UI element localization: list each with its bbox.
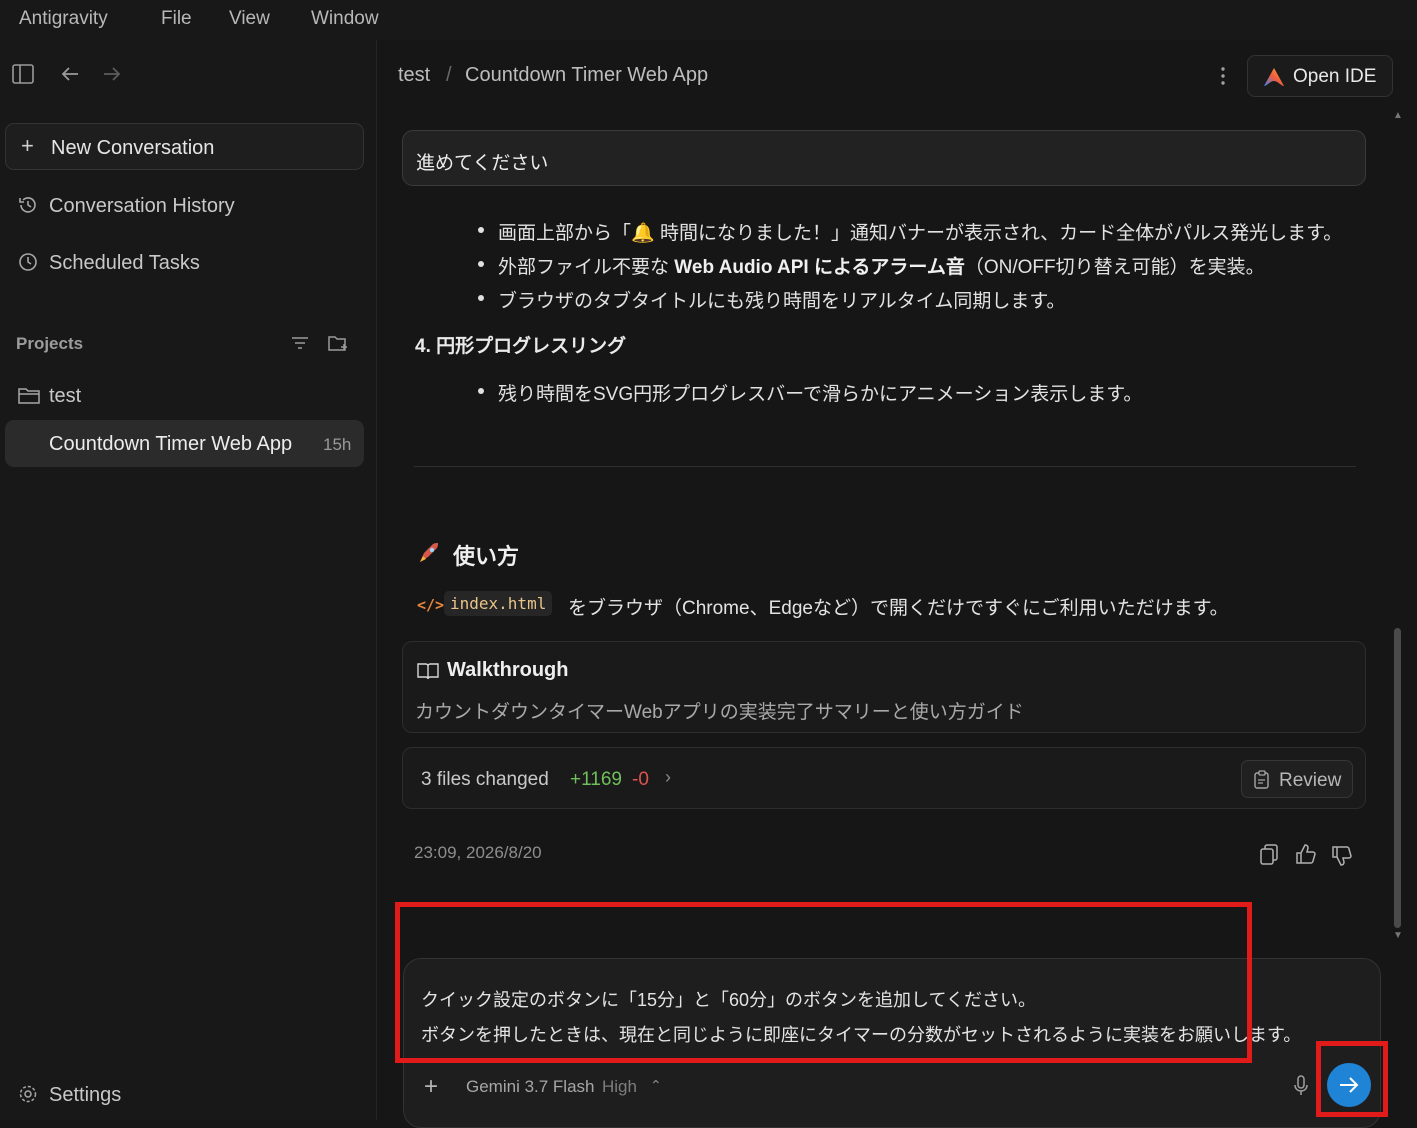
deletions-count: -0	[632, 769, 649, 790]
open-ide-button[interactable]: Open IDE	[1247, 55, 1393, 97]
walkthrough-card[interactable]: Walkthrough カウントダウンタイマーWebアプリの実装完了サマリーと使…	[402, 641, 1366, 733]
filter-icon[interactable]	[290, 334, 310, 352]
divider	[414, 466, 1356, 467]
review-label: Review	[1279, 770, 1342, 791]
additions-count: +1169	[570, 769, 622, 790]
walkthrough-description: カウントダウンタイマーWebアプリの実装完了サマリーと使い方ガイド	[415, 702, 1024, 723]
antigravity-logo-icon	[1262, 66, 1286, 88]
scheduled-tasks-label: Scheduled Tasks	[49, 252, 200, 274]
user-message-bubble: 進めてください	[402, 130, 1366, 186]
history-icon	[18, 195, 38, 215]
message-timestamp: 23:09, 2026/8/20	[414, 843, 542, 862]
scrollbar-thumb[interactable]	[1394, 628, 1401, 928]
conversation-history-item[interactable]: Conversation History	[18, 192, 358, 222]
model-mode: High	[602, 1077, 637, 1096]
scroll-down-icon[interactable]: ▼	[1393, 930, 1403, 941]
list-item: 残り時間をSVG円形プログレスバーで滑らかにアニメーション表示します。	[477, 379, 1142, 406]
user-message-text: 進めてください	[416, 153, 549, 174]
copy-icon[interactable]	[1260, 844, 1280, 866]
list-item: ブラウザのタブタイトルにも残り時間をリアルタイム同期します。	[478, 286, 1066, 313]
highlight-box-composer-text	[395, 902, 1252, 1063]
menu-view[interactable]: View	[229, 8, 270, 30]
settings-label: Settings	[49, 1084, 122, 1106]
settings-item[interactable]: Settings	[18, 1081, 218, 1111]
chevron-up-icon: ⌃	[650, 1077, 662, 1093]
code-file-icon: </>	[417, 596, 445, 614]
review-button[interactable]: Review	[1241, 760, 1353, 798]
back-arrow-icon[interactable]	[60, 65, 80, 83]
add-attachment-icon[interactable]: +	[424, 1073, 438, 1101]
clipboard-icon	[1253, 770, 1271, 790]
thumbs-down-icon[interactable]	[1331, 845, 1353, 867]
thumbs-up-icon[interactable]	[1295, 843, 1317, 865]
gear-icon	[18, 1084, 38, 1104]
chevron-right-icon[interactable]: ›	[665, 767, 671, 788]
menu-window[interactable]: Window	[311, 8, 379, 30]
menu-file[interactable]: File	[161, 8, 192, 30]
usage-text: をブラウザ（Chrome、Edgeなど）で開くだけですぐにご利用いただけます。	[568, 598, 1229, 619]
breadcrumb-title: Countdown Timer Web App	[465, 64, 709, 86]
new-conversation-label: New Conversation	[51, 137, 215, 159]
menu-bar: Antigravity File View Window	[0, 0, 1417, 40]
book-icon	[417, 662, 439, 680]
new-conversation-button[interactable]: + New Conversation	[5, 123, 364, 170]
conversation-history-label: Conversation History	[49, 195, 235, 217]
microphone-icon[interactable]	[1293, 1075, 1309, 1097]
conversation-item-age: 15h	[323, 435, 352, 454]
list-item: 画面上部から「🔔 時間になりました！」通知バナーが表示され、カード全体がパルス発…	[477, 218, 1342, 245]
model-selector[interactable]: Gemini 3.7 Flash High ⌃	[466, 1076, 676, 1100]
conversation-item-title: Countdown Timer Web App	[49, 433, 293, 455]
breadcrumb-project[interactable]: test	[398, 64, 430, 87]
clipped-heading-fragment	[440, 186, 780, 194]
conversation-item-active[interactable]: Countdown Timer Web App 15h	[5, 420, 364, 467]
plus-icon: +	[21, 133, 34, 158]
folder-icon	[18, 386, 40, 404]
rocket-icon	[416, 540, 442, 566]
scroll-up-icon[interactable]: ▲	[1393, 110, 1403, 121]
list-item: 外部ファイル不要な Web Audio API によるアラーム音（ON/OFF切…	[478, 252, 1265, 279]
file-link-index-html[interactable]: index.html	[444, 591, 553, 616]
walkthrough-title: Walkthrough	[447, 659, 569, 681]
project-folder-test[interactable]: test	[18, 382, 358, 412]
projects-heading: Projects	[16, 334, 84, 353]
more-options-icon[interactable]	[1216, 66, 1230, 86]
sidebar-toggle-icon[interactable]	[12, 64, 34, 84]
chat-scrollbar[interactable]: ▲ ▼	[1393, 110, 1403, 941]
section4-heading: 4. 円形プログレスリング	[415, 336, 627, 357]
open-ide-label: Open IDE	[1293, 66, 1377, 87]
model-name: Gemini 3.7 Flash	[466, 1077, 595, 1096]
new-folder-icon[interactable]	[327, 333, 349, 353]
files-changed-label: 3 files changed	[421, 769, 549, 790]
clock-icon	[18, 252, 38, 272]
bell-icon: 🔔	[631, 223, 655, 244]
files-changed-card[interactable]: 3 files changed +1169 -0 › Review	[402, 747, 1366, 809]
menu-antigravity[interactable]: Antigravity	[19, 8, 108, 30]
highlight-box-send-button	[1316, 1041, 1388, 1117]
forward-arrow-icon[interactable]	[102, 65, 122, 83]
project-name: test	[49, 385, 82, 407]
scheduled-tasks-item[interactable]: Scheduled Tasks	[18, 249, 358, 279]
breadcrumb-separator: /	[446, 64, 452, 86]
usage-heading: 使い方	[453, 544, 520, 569]
